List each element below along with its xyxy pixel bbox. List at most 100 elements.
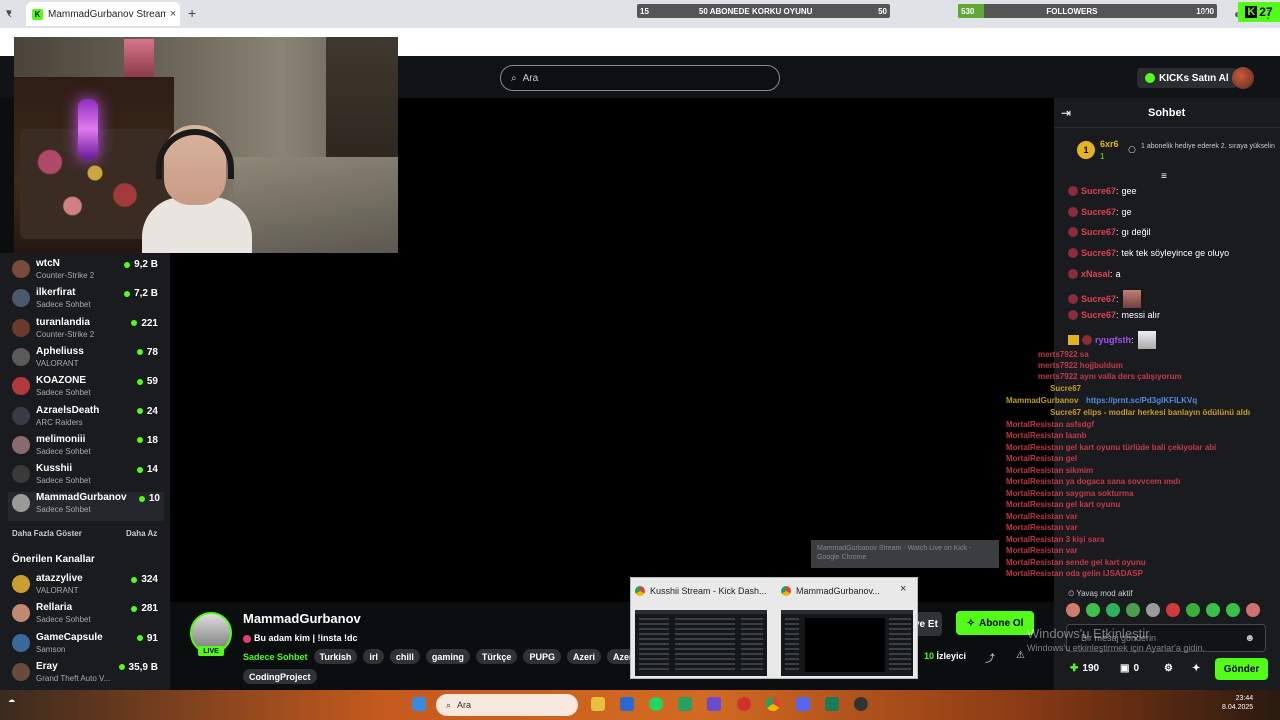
chat-title: Sohbet: [1148, 107, 1186, 119]
clock[interactable]: 23:44 8.04.2025: [1222, 694, 1253, 712]
opera-icon[interactable]: [737, 697, 751, 711]
stream-tag[interactable]: irl: [363, 649, 384, 664]
report-icon[interactable]: ⚠: [1016, 650, 1025, 661]
discord-icon[interactable]: [796, 697, 810, 711]
sidebar-channel[interactable]: Apheliuss VALORANT 78: [12, 346, 162, 375]
sidebar-channel[interactable]: KOAZONE Sadece Sohbet 59: [12, 375, 162, 404]
chat-username[interactable]: xNasal: [1081, 269, 1110, 279]
stream-tag[interactable]: Türkçe: [475, 649, 518, 664]
gift-count[interactable]: ▣ 0: [1120, 663, 1139, 674]
sidebar-channel[interactable]: ilkerfirat Sadece Sohbet 7,2 B: [12, 287, 162, 316]
user-avatar[interactable]: [1232, 67, 1254, 89]
chat-username[interactable]: Sucre67: [1081, 186, 1116, 196]
gift-icon: ⎔: [1128, 145, 1136, 155]
chat-username[interactable]: Sucre67: [1081, 294, 1116, 304]
top-gifter-name[interactable]: 6xr6: [1100, 139, 1119, 149]
stream-tag[interactable]: Azeri: [566, 649, 601, 664]
show-more-link[interactable]: Daha Fazla Göster: [12, 529, 82, 538]
buy-kicks-label: KICKs Satın Al: [1159, 72, 1229, 84]
chrome-taskbar-icon[interactable]: [766, 697, 780, 711]
sidebar-channel[interactable]: wtcN Counter-Strike 2 9,2 B: [12, 258, 162, 287]
emoji-picker-icon[interactable]: ☻: [1244, 633, 1255, 644]
obs-icon[interactable]: [854, 697, 868, 711]
sidebar-channel[interactable]: Eray Grand Theft Auto V... 35,9 B: [12, 661, 162, 690]
sidebar-channel[interactable]: atazzylive VALORANT 324: [12, 573, 162, 602]
explorer-icon[interactable]: [591, 697, 605, 711]
weather-widget[interactable]: ☁: [8, 696, 15, 704]
taskbar-search[interactable]: ⌕ Ara: [436, 694, 578, 716]
sidebar-channel[interactable]: AzraelsDeath ARC Raiders 24: [12, 405, 162, 434]
close-tab-icon[interactable]: ×: [166, 8, 180, 20]
channel-name: turanlandia: [36, 316, 90, 328]
bookmark-star-icon[interactable]: ☆: [1166, 7, 1177, 21]
emote-6[interactable]: [1166, 603, 1180, 617]
emote-3[interactable]: [1106, 603, 1120, 617]
preview-close-icon[interactable]: ×: [900, 583, 906, 595]
chat-settings-icon[interactable]: ⚙: [1164, 663, 1173, 674]
user-badge-icon: [1068, 227, 1078, 238]
browser-tab[interactable]: K MammadGurbanov Stream - W ×: [26, 2, 180, 26]
emote-5[interactable]: [1146, 603, 1160, 617]
live-dot-icon: [131, 320, 138, 327]
chat-username[interactable]: Sucre67: [1081, 310, 1116, 320]
emote-8[interactable]: [1206, 603, 1220, 617]
sidebar-channel[interactable]: GameCapsule Samson 91: [12, 632, 162, 661]
chat-shield-icon[interactable]: ✦: [1192, 663, 1200, 674]
share-icon[interactable]: ⤴: [985, 650, 995, 665]
outlook-icon[interactable]: [620, 697, 634, 711]
sidebar-channel[interactable]: Rellaria Sadece Sohbet 281: [12, 602, 162, 631]
channel-category: Counter-Strike 2: [36, 329, 95, 339]
app2-icon[interactable]: [825, 697, 839, 711]
emote-1[interactable]: [1066, 603, 1080, 617]
app-icon[interactable]: [678, 697, 692, 711]
buy-kicks-button[interactable]: KICKs Satın Al: [1137, 68, 1237, 88]
extensions-icon[interactable]: ⧉: [1200, 7, 1209, 22]
stream-tag[interactable]: PUPG: [523, 649, 561, 664]
channel-points[interactable]: ✚ 190: [1070, 663, 1099, 674]
streamer-name[interactable]: MammadGurbanov: [243, 611, 361, 626]
stream-tag[interactable]: chill: [389, 649, 420, 664]
chat-username[interactable]: Sucre67: [1081, 248, 1116, 258]
subscribe-button[interactable]: ✧ Abone Ol: [956, 611, 1034, 635]
channel-avatar: [12, 465, 30, 484]
chat-username[interactable]: Sucre67: [1081, 227, 1116, 237]
overlay-chat-line: merts7922 sa: [1038, 350, 1089, 359]
channel-viewers: 9,2 B: [124, 259, 158, 270]
teams-icon[interactable]: [707, 697, 721, 711]
emote-2[interactable]: [1086, 603, 1100, 617]
chat-filter-icon[interactable]: ≡: [1161, 171, 1167, 182]
new-tab-button[interactable]: +: [188, 5, 196, 21]
quick-emotes[interactable]: [1066, 603, 1266, 617]
sidebar-channel[interactable]: Kusshii Sadece Sohbet 14: [12, 463, 162, 492]
chat-username[interactable]: Sucre67: [1081, 207, 1116, 217]
preview-card-2[interactable]: MammadGurbanov...: [777, 582, 915, 678]
menu-dots-icon[interactable]: ⋮: [1262, 7, 1274, 21]
send-button[interactable]: Gönder: [1215, 658, 1268, 680]
stream-tag[interactable]: gaming: [425, 649, 470, 664]
windows-taskbar: [0, 690, 1280, 720]
collapse-chat-icon[interactable]: ⇥: [1061, 106, 1071, 120]
live-dot-icon: [136, 635, 143, 642]
sidebar-channel[interactable]: MammadGurbanov Sadece Sohbet 10: [8, 492, 164, 522]
show-less-link[interactable]: Daha Az: [126, 529, 157, 538]
chat-colon: :: [1116, 186, 1119, 196]
tag-coding-project[interactable]: CodingProject: [243, 669, 317, 684]
chat-colon: :: [1110, 268, 1113, 279]
emote-4[interactable]: [1126, 603, 1140, 617]
chat-username[interactable]: ryugfsth: [1095, 335, 1131, 345]
preview-card-1[interactable]: Kusshii Stream - Kick Dash...: [631, 582, 769, 678]
overlay-chat-line: MortalResistan sikmim: [1006, 466, 1094, 475]
emote-9[interactable]: [1226, 603, 1240, 617]
category-link[interactable]: Sadece Sohbet: [243, 652, 308, 662]
back-arrow-icon[interactable]: ‹: [8, 7, 12, 21]
search-input[interactable]: ⌕ Ara: [500, 65, 780, 91]
emote-7[interactable]: [1186, 603, 1200, 617]
profile-icon[interactable]: ◐: [1234, 7, 1241, 21]
start-icon[interactable]: [412, 697, 426, 711]
sidebar-channel[interactable]: turanlandia Counter-Strike 2 221: [12, 317, 162, 346]
spotify-icon[interactable]: [649, 697, 663, 711]
emote-10[interactable]: [1246, 603, 1260, 617]
sidebar-channel[interactable]: melimoniii Sadece Sohbet 18: [12, 434, 162, 463]
stream-tag[interactable]: Turkish: [313, 649, 358, 664]
channel-name: KOAZONE: [36, 375, 86, 387]
